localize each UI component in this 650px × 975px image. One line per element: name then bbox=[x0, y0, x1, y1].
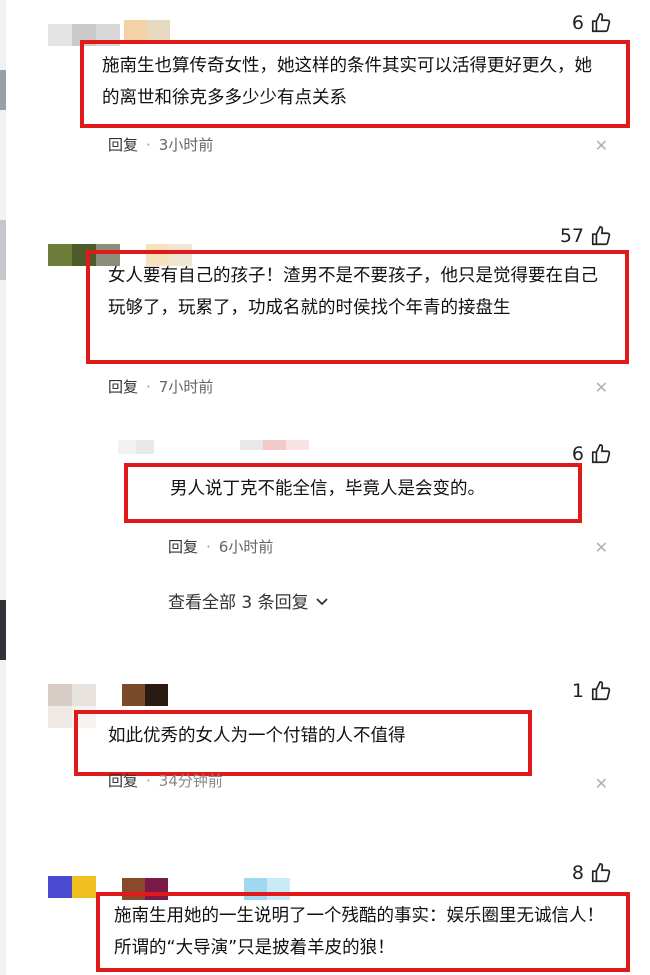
separator: · bbox=[146, 377, 151, 396]
chevron-down-icon bbox=[315, 597, 328, 605]
like-count: 57 bbox=[559, 225, 584, 247]
comment-meta: 回复 · 3小时前 bbox=[108, 134, 213, 155]
separator: · bbox=[146, 135, 151, 154]
username-blur[interactable] bbox=[124, 20, 170, 42]
like-button[interactable]: 6 bbox=[572, 443, 612, 465]
thumbs-up-icon bbox=[591, 13, 611, 33]
avatar[interactable] bbox=[48, 876, 96, 898]
close-icon[interactable]: ✕ bbox=[595, 774, 608, 793]
thumbs-up-icon bbox=[591, 226, 611, 246]
separator: · bbox=[206, 537, 211, 556]
separator: · bbox=[146, 771, 151, 790]
comment-text-highlight: 施南生也算传奇女性，她这样的条件其实可以活得更好更久，她的离世和徐克多多少少有点… bbox=[80, 40, 630, 128]
view-all-replies-button[interactable]: 查看全部 3 条回复 bbox=[168, 588, 329, 613]
timestamp: 34分钟前 bbox=[158, 772, 223, 790]
reply-button[interactable]: 回复 bbox=[108, 376, 138, 397]
close-icon[interactable]: ✕ bbox=[595, 136, 608, 155]
left-edge-strip bbox=[0, 0, 6, 975]
close-icon[interactable]: ✕ bbox=[595, 378, 608, 397]
avatar[interactable] bbox=[48, 684, 96, 706]
username-blur[interactable] bbox=[122, 684, 168, 706]
comment-text: 男人说丁克不能全信，毕竟人是会变的。 bbox=[170, 479, 485, 499]
thumbs-up-icon bbox=[591, 863, 611, 883]
like-button[interactable]: 6 bbox=[572, 12, 612, 34]
timestamp: 7小时前 bbox=[158, 378, 214, 396]
comment-text: 如此优秀的女人为一个付错的人不值得 bbox=[108, 726, 406, 746]
thumbs-up-icon bbox=[591, 681, 611, 701]
like-count: 6 bbox=[571, 12, 584, 34]
comment-meta: 回复 · 34分钟前 bbox=[108, 770, 223, 791]
close-icon[interactable]: ✕ bbox=[595, 538, 608, 557]
comment-text-highlight: 如此优秀的女人为一个付错的人不值得 bbox=[74, 710, 532, 776]
comment-meta: 回复 · 7小时前 bbox=[108, 376, 213, 397]
reply-button[interactable]: 回复 bbox=[168, 536, 198, 557]
comment-text: 施南生用她的一生说明了一个残酷的事实：娱乐圈里无诚信人！所谓的“大导演”只是披着… bbox=[114, 906, 604, 958]
like-count: 8 bbox=[571, 862, 584, 884]
comment-text: 施南生也算传奇女性，她这样的条件其实可以活得更好更久，她的离世和徐克多多少少有点… bbox=[102, 56, 592, 108]
like-button[interactable]: 8 bbox=[572, 862, 612, 884]
comment-meta: 回复 · 6小时前 bbox=[168, 536, 273, 557]
username-blur[interactable] bbox=[240, 440, 309, 450]
comment-text: 女人要有自己的孩子！渣男不是不要孩子，他只是觉得要在自己玩够了，玩累了，功成名就… bbox=[108, 266, 598, 318]
timestamp: 6小时前 bbox=[218, 538, 274, 556]
comment-text-highlight: 女人要有自己的孩子！渣男不是不要孩子，他只是觉得要在自己玩够了，玩累了，功成名就… bbox=[86, 250, 629, 364]
like-button[interactable]: 57 bbox=[560, 225, 612, 247]
like-count: 6 bbox=[571, 443, 584, 465]
timestamp: 3小时前 bbox=[158, 136, 214, 154]
reply-button[interactable]: 回复 bbox=[108, 134, 138, 155]
comment-text-highlight: 男人说丁克不能全信，毕竟人是会变的。 bbox=[124, 463, 582, 523]
comment-text-highlight: 施南生用她的一生说明了一个残酷的事实：娱乐圈里无诚信人！所谓的“大导演”只是披着… bbox=[96, 892, 630, 972]
reply-button[interactable]: 回复 bbox=[108, 770, 138, 791]
avatar[interactable] bbox=[118, 440, 154, 454]
like-count: 1 bbox=[571, 680, 584, 702]
like-button[interactable]: 1 bbox=[572, 680, 612, 702]
thumbs-up-icon bbox=[591, 444, 611, 464]
view-all-label: 查看全部 3 条回复 bbox=[168, 593, 309, 613]
